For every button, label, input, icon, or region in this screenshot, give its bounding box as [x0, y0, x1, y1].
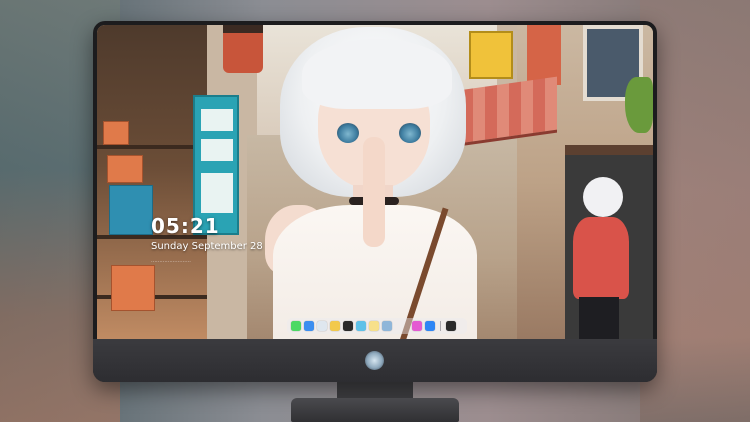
box	[107, 155, 143, 183]
folder-icon[interactable]	[356, 321, 366, 331]
imac-monitor: 05:21 Sunday September 28 ··············…	[93, 21, 657, 382]
brand-logo-icon	[365, 351, 384, 370]
app-store-icon[interactable]	[425, 321, 435, 331]
screen: 05:21 Sunday September 28 ··············…	[97, 25, 653, 339]
girl-eye	[337, 123, 359, 143]
safari-icon[interactable]	[317, 321, 327, 331]
dock	[287, 318, 467, 334]
lockscreen-time: 05:21	[151, 214, 220, 238]
plant	[625, 77, 653, 133]
preview-icon[interactable]	[382, 321, 392, 331]
lantern	[223, 25, 263, 73]
box	[111, 265, 155, 311]
terminal-icon[interactable]	[446, 321, 456, 331]
notes-icon[interactable]	[369, 321, 379, 331]
background-person	[573, 177, 633, 339]
lockscreen-date: Sunday September 28	[151, 241, 263, 252]
box	[103, 121, 129, 145]
finder-icon[interactable]	[304, 321, 314, 331]
lockscreen-subtext: ························	[151, 259, 191, 265]
wallpaper-shop-left	[97, 25, 207, 339]
video-icon[interactable]	[343, 321, 353, 331]
monitor-stand-base	[291, 398, 459, 422]
yellow-sign	[469, 31, 513, 79]
teal-box	[109, 185, 153, 235]
girl-bangs	[302, 39, 452, 109]
messages-icon[interactable]	[291, 321, 301, 331]
music-icon[interactable]	[412, 321, 422, 331]
girl-eye	[399, 123, 421, 143]
monitor-chin	[93, 339, 657, 382]
photos-icon[interactable]	[330, 321, 340, 331]
dock-separator	[440, 321, 441, 331]
shelf	[97, 145, 207, 149]
girl-hand	[363, 137, 385, 247]
